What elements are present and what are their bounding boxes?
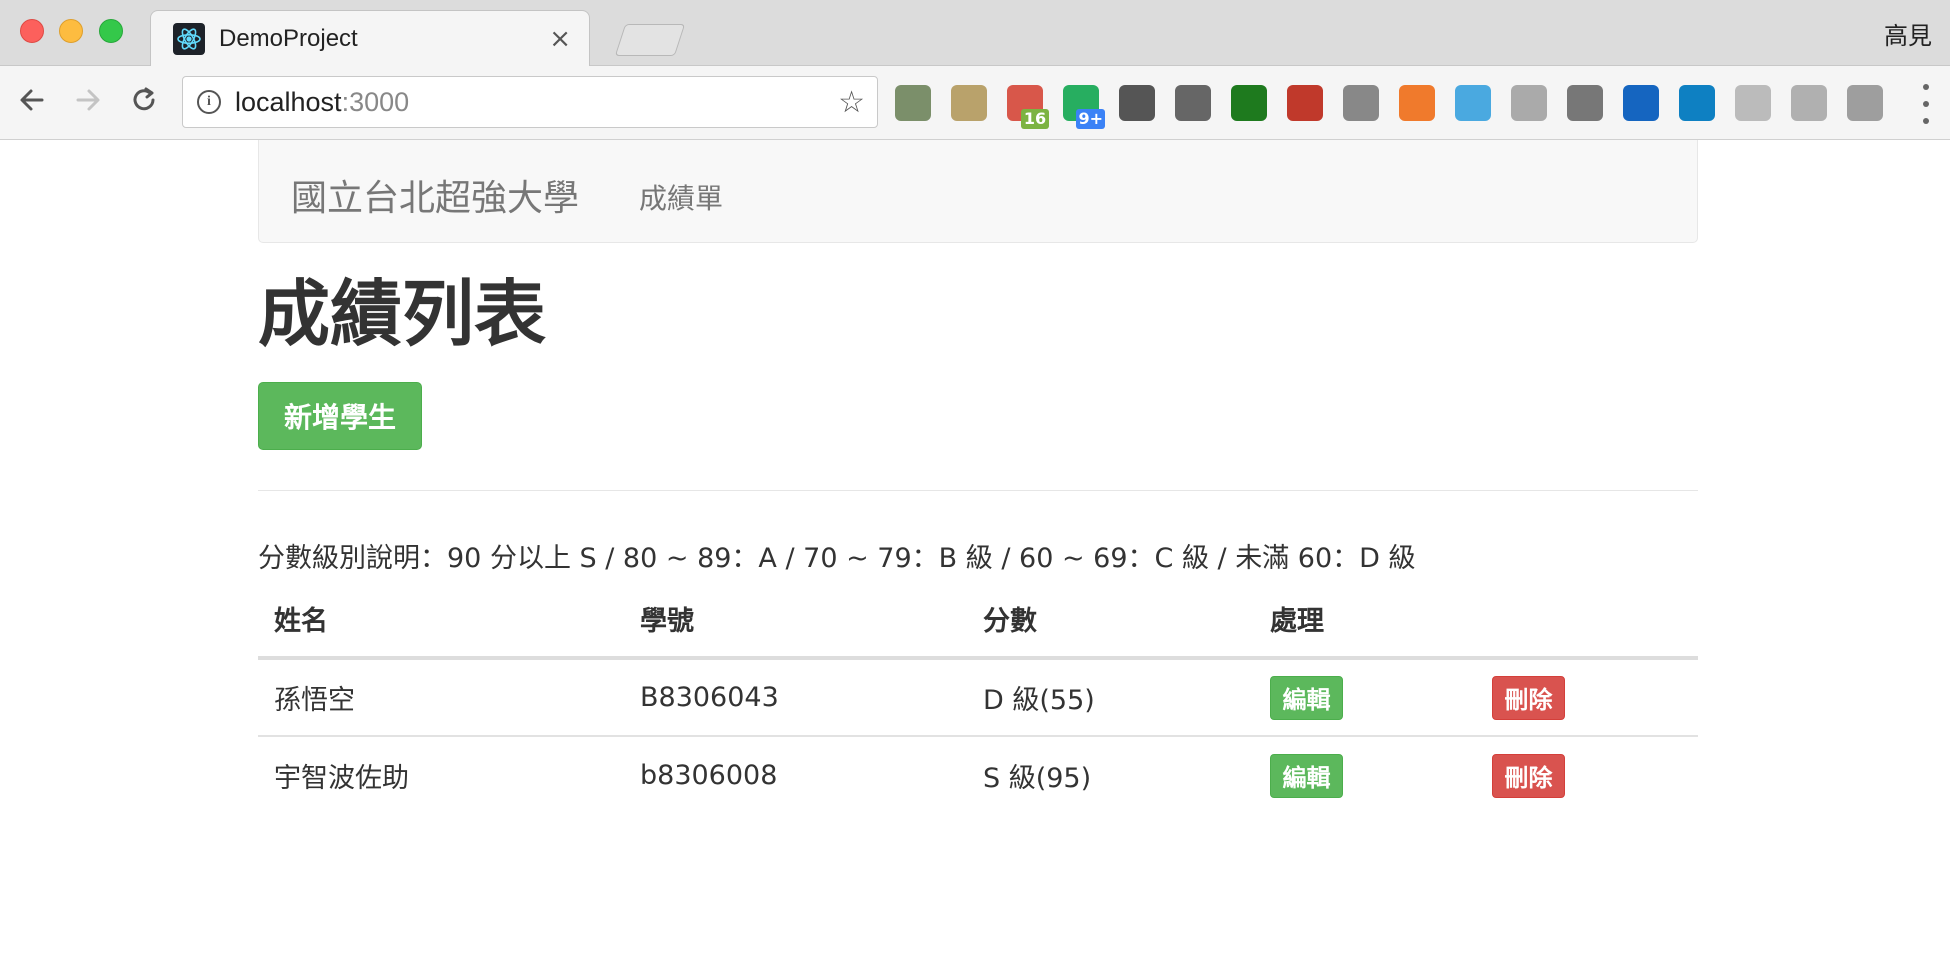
extension-badge: 16 xyxy=(1021,109,1049,129)
add-student-button[interactable]: 新增學生 xyxy=(258,382,422,450)
edit-button[interactable]: 編輯 xyxy=(1270,675,1343,720)
forward-arrow-icon[interactable] xyxy=(68,80,108,120)
table-row: 宇智波佐助 b8306008 S 級(95) 編輯 刪除 xyxy=(258,736,1698,814)
cell-edit: 編輯 xyxy=(1254,658,1476,737)
profile-name[interactable]: 高見 xyxy=(1884,16,1932,51)
grades-table: 姓名 學號 分數 處理 孫悟空 B8306043 D 級(55) 編輯 刪除 宇… xyxy=(258,580,1698,814)
url-port: :3000 xyxy=(341,86,410,117)
navbar-brand[interactable]: 國立台北超強大學 xyxy=(291,169,579,221)
browser-tab-active[interactable]: DemoProject × xyxy=(150,10,590,67)
minimize-window-button[interactable] xyxy=(59,19,83,43)
film-icon[interactable] xyxy=(1567,85,1603,121)
address-bar[interactable]: i localhost:3000 ☆ xyxy=(182,76,878,128)
ext-2-icon[interactable] xyxy=(951,85,987,121)
cell-score: S 級(95) xyxy=(983,763,1092,794)
react-devtools-icon[interactable] xyxy=(1343,85,1379,121)
cell-student-id: B8306043 xyxy=(624,658,967,737)
page-title: 成績列表 xyxy=(258,272,547,356)
cell-student-id: b8306008 xyxy=(640,760,778,791)
cell-edit: 編輯 xyxy=(1254,736,1476,814)
pocket-icon[interactable] xyxy=(1119,85,1155,121)
drive-icon[interactable] xyxy=(1791,85,1827,121)
browser-menu-icon[interactable] xyxy=(1916,84,1936,124)
header-name: 姓名 xyxy=(258,580,624,660)
new-tab-button[interactable] xyxy=(614,24,686,56)
cell-score: D 級(55) xyxy=(967,658,1254,737)
header-empty xyxy=(1476,580,1698,660)
ext-1-icon[interactable] xyxy=(895,85,931,121)
smartpki-icon[interactable] xyxy=(1735,85,1771,121)
ext-15-icon[interactable] xyxy=(1679,85,1715,121)
table-row: 孫悟空 B8306043 D 級(55) 編輯 刪除 xyxy=(258,658,1698,737)
divider xyxy=(258,490,1698,491)
delete-button[interactable]: 刪除 xyxy=(1492,753,1565,798)
cell-delete: 刪除 xyxy=(1476,658,1698,737)
edit-button[interactable]: 編輯 xyxy=(1270,753,1343,798)
maximize-window-button[interactable] xyxy=(99,19,123,43)
browser-toolbar: i localhost:3000 ☆ 16 9+ xyxy=(0,66,1950,140)
bookmark-star-icon[interactable]: ☆ xyxy=(838,85,865,120)
grid-icon[interactable] xyxy=(1511,85,1547,121)
delete-button[interactable]: 刪除 xyxy=(1492,675,1565,720)
ext-calendar-icon[interactable]: 16 xyxy=(1007,85,1049,129)
table-header-row: 姓名 學號 分數 處理 xyxy=(258,580,1698,660)
header-student-id: 學號 xyxy=(624,580,967,660)
react-favicon-icon xyxy=(173,23,205,55)
page-viewport: 國立台北超強大學 成績單 成績列表 新增學生 分數級別說明：90 分以上 S /… xyxy=(0,140,1950,964)
ext-8-icon[interactable] xyxy=(1287,85,1323,121)
ext-4-icon[interactable]: 9+ xyxy=(1063,85,1105,129)
screenshot-icon[interactable] xyxy=(1623,85,1659,121)
tab-close-icon[interactable]: × xyxy=(549,24,571,54)
browser-titlebar: DemoProject × 高見 xyxy=(0,0,1950,67)
grade-legend: 分數級別說明：90 分以上 S / 80 ~ 89：A / 70 ~ 79：B … xyxy=(258,543,1416,574)
site-info-icon[interactable]: i xyxy=(197,90,221,114)
header-action: 處理 xyxy=(1254,580,1476,660)
ext-10-icon[interactable] xyxy=(1399,85,1435,121)
vimeo-icon[interactable] xyxy=(1455,85,1491,121)
tab-title: DemoProject xyxy=(219,25,358,52)
extension-badge: 9+ xyxy=(1076,109,1105,129)
url-host: localhost xyxy=(235,86,342,117)
header-score: 分數 xyxy=(967,580,1254,660)
cell-name: 宇智波佐助 xyxy=(274,763,409,794)
back-arrow-icon[interactable] xyxy=(12,80,52,120)
nav-link-transcript[interactable]: 成績單 xyxy=(639,177,723,217)
cell-delete: 刪除 xyxy=(1476,736,1698,814)
cell-name: 孫悟空 xyxy=(258,658,624,737)
vue-devtools-icon[interactable] xyxy=(1847,85,1883,121)
close-window-button[interactable] xyxy=(20,19,44,43)
bw-icon[interactable] xyxy=(1231,85,1267,121)
recycle-icon[interactable] xyxy=(1175,85,1211,121)
extensions-bar: 16 9+ xyxy=(895,80,1903,129)
reload-icon[interactable] xyxy=(124,80,164,120)
site-navbar: 國立台北超強大學 成績單 xyxy=(258,140,1698,243)
